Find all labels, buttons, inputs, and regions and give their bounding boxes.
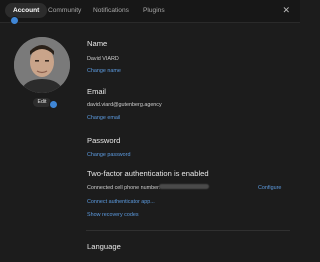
language-heading: Language xyxy=(87,242,121,251)
avatar xyxy=(14,37,70,93)
recovery-codes-link[interactable]: Show recovery codes xyxy=(87,212,139,218)
email-value: david.viard@gutenberg.agency xyxy=(87,102,162,108)
configure-link[interactable]: Configure xyxy=(258,185,281,191)
tab-community[interactable]: Community xyxy=(48,4,81,18)
password-heading: Password xyxy=(87,136,121,145)
divider xyxy=(86,230,290,231)
connect-authenticator-link[interactable]: Connect authenticator app... xyxy=(87,199,155,205)
close-icon[interactable]: ✕ xyxy=(282,4,290,16)
masked-phone-number xyxy=(159,184,209,189)
tab-indicator-icon xyxy=(10,16,19,25)
change-password-link[interactable]: Change password xyxy=(87,152,130,158)
two-factor-heading: Two-factor authentication is enabled xyxy=(87,169,209,178)
phone-label: Connected cell phone number: xyxy=(87,185,161,191)
tab-plugins[interactable]: Plugins xyxy=(143,4,165,18)
tab-notifications[interactable]: Notifications xyxy=(93,4,129,18)
change-email-link[interactable]: Change email xyxy=(87,115,120,121)
tab-bar: Account Community Notifications Plugins … xyxy=(0,0,300,23)
email-heading: Email xyxy=(87,87,106,96)
name-heading: Name xyxy=(87,39,108,48)
avatar-photo xyxy=(14,37,70,93)
name-value: David VIARD xyxy=(87,56,119,62)
change-name-link[interactable]: Change name xyxy=(87,68,121,74)
edit-indicator-icon xyxy=(49,100,58,109)
